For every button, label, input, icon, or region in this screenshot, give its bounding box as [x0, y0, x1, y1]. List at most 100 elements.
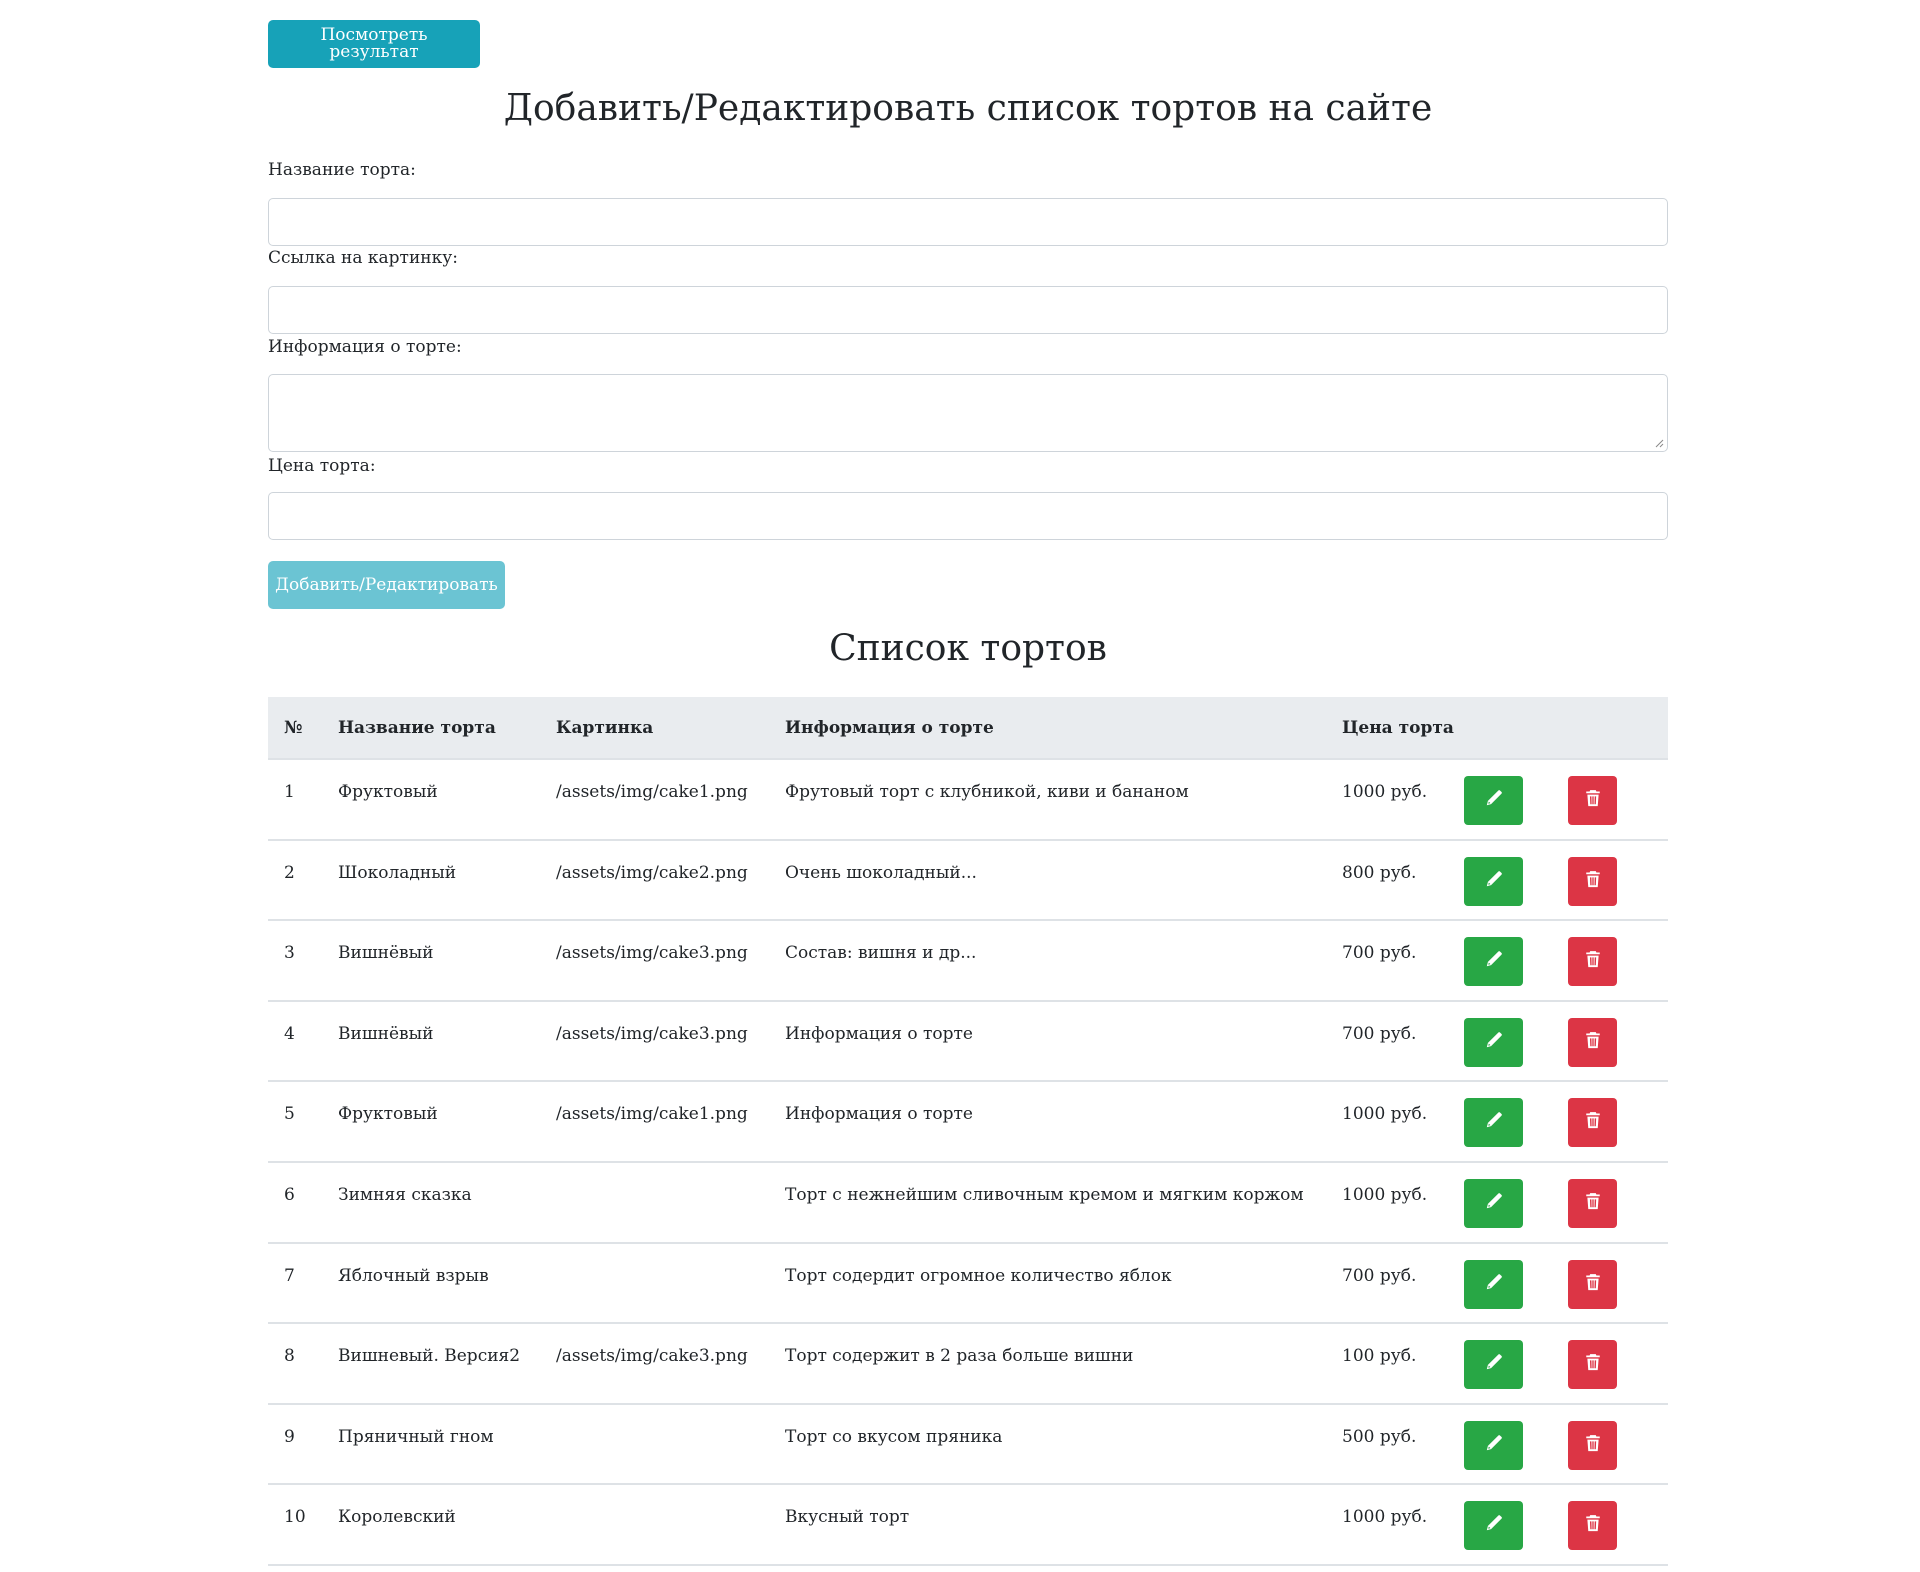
edit-button[interactable]	[1464, 776, 1523, 825]
row-edit-cell	[1464, 920, 1568, 1002]
cakes-table: № Название торта Картинка Информация о т…	[268, 697, 1668, 1566]
row-image-path	[540, 1403, 769, 1486]
row-cake-info: Состав: вишня и др...	[769, 920, 1326, 1002]
row-edit-cell	[1464, 1323, 1568, 1405]
row-edit-cell	[1464, 1081, 1568, 1163]
edit-button[interactable]	[1464, 1420, 1523, 1470]
edit-button[interactable]	[1464, 1501, 1523, 1551]
row-number: 10	[268, 1484, 322, 1566]
delete-button[interactable]	[1568, 1420, 1617, 1470]
trash-icon	[1585, 1031, 1601, 1054]
delete-button[interactable]	[1568, 937, 1617, 987]
edit-button[interactable]	[1464, 856, 1523, 906]
row-cake-name: Фруктовый	[322, 759, 540, 841]
row-cake-name: Вишневый. Версия2	[322, 1323, 540, 1405]
edit-button[interactable]	[1464, 1340, 1523, 1390]
row-price: 1000 руб.	[1326, 1081, 1464, 1163]
trash-icon	[1585, 1434, 1601, 1457]
cake-price-input[interactable]	[268, 492, 1668, 540]
resize-grip-icon[interactable]	[1654, 438, 1664, 448]
row-image-path: /assets/img/cake1.png	[540, 1081, 769, 1163]
cake-info-textarea[interactable]	[268, 374, 1668, 452]
row-delete-cell	[1568, 1323, 1668, 1405]
row-image-path	[540, 1242, 769, 1325]
row-cake-name: Шоколадный	[322, 839, 540, 922]
add-edit-button[interactable]: Добавить/Редактировать	[268, 561, 505, 609]
table-row: 4 Вишнёвый/assets/img/cake3.png Информация…	[268, 1000, 1668, 1083]
row-edit-cell	[1464, 1242, 1568, 1325]
view-result-button[interactable]: Посмотреть результат	[268, 20, 480, 68]
row-edit-cell	[1464, 759, 1568, 841]
delete-button[interactable]	[1568, 1259, 1617, 1309]
row-delete-cell	[1568, 839, 1668, 922]
row-cake-info: Торт со вкусом пряника	[769, 1403, 1326, 1486]
cake-info-label: Информация о торте:	[268, 337, 462, 357]
column-header-name: Название торта	[322, 697, 540, 760]
row-cake-info: Информация о торте	[769, 1081, 1326, 1163]
cake-name-input[interactable]	[268, 198, 1668, 246]
edit-button[interactable]	[1464, 1259, 1523, 1309]
row-number: 2	[268, 839, 322, 922]
row-cake-name: Пряничный гном	[322, 1403, 540, 1486]
row-cake-name: Зимняя сказка	[322, 1161, 540, 1244]
row-image-path: /assets/img/cake3.png	[540, 1323, 769, 1405]
delete-button[interactable]	[1568, 1017, 1617, 1067]
cake-list-title: Список тортов	[829, 628, 1107, 669]
row-price: 1000 руб.	[1326, 1484, 1464, 1566]
trash-icon	[1585, 789, 1601, 812]
row-image-path: /assets/img/cake1.png	[540, 759, 769, 841]
delete-button[interactable]	[1568, 776, 1617, 825]
row-cake-info: Фрутовый торт с клубникой, киви и банано…	[769, 759, 1326, 841]
row-edit-cell	[1464, 1000, 1568, 1083]
row-price: 1000 руб.	[1326, 759, 1464, 841]
row-price: 700 руб.	[1326, 1242, 1464, 1325]
column-header-delete	[1568, 697, 1668, 760]
edit-button[interactable]	[1464, 1098, 1523, 1148]
column-header-image: Картинка	[540, 697, 769, 760]
row-edit-cell	[1464, 1161, 1568, 1244]
row-number: 4	[268, 1000, 322, 1083]
row-image-path	[540, 1484, 769, 1566]
row-price: 700 руб.	[1326, 920, 1464, 1002]
delete-button[interactable]	[1568, 1501, 1617, 1551]
trash-icon	[1585, 1273, 1601, 1296]
delete-button[interactable]	[1568, 1340, 1617, 1390]
form-title: Добавить/Редактировать список тортов на …	[503, 88, 1433, 129]
row-cake-info: Торт с нежнейшим сливочным кремом и мягк…	[769, 1161, 1326, 1244]
row-cake-info: Торт содердит огромное количество яблок	[769, 1242, 1326, 1325]
row-number: 9	[268, 1403, 322, 1486]
column-header-info: Информация о торте	[769, 697, 1326, 760]
pencil-icon	[1485, 1353, 1503, 1376]
row-cake-info: Вкусный торт	[769, 1484, 1326, 1566]
table-row: 1 Фруктовый/assets/img/cake1.png Фрутовый …	[268, 759, 1668, 841]
row-number: 5	[268, 1081, 322, 1163]
delete-button[interactable]	[1568, 1178, 1617, 1228]
table-row: 9 Пряничный гном Торт со вкусом пряника 500…	[268, 1403, 1668, 1486]
edit-button[interactable]	[1464, 1178, 1523, 1228]
row-price: 100 руб.	[1326, 1323, 1464, 1405]
trash-icon	[1585, 1111, 1601, 1134]
row-delete-cell	[1568, 759, 1668, 841]
delete-button[interactable]	[1568, 1098, 1617, 1148]
edit-button[interactable]	[1464, 1017, 1523, 1067]
trash-icon	[1585, 950, 1601, 973]
image-link-input[interactable]	[268, 286, 1668, 334]
table-header-row: № Название торта Картинка Информация о т…	[268, 697, 1668, 760]
row-delete-cell	[1568, 1403, 1668, 1486]
row-delete-cell	[1568, 1081, 1668, 1163]
cake-name-label: Название торта:	[268, 160, 416, 180]
row-image-path	[540, 1161, 769, 1244]
row-image-path: /assets/img/cake3.png	[540, 1000, 769, 1083]
trash-icon	[1585, 1353, 1601, 1376]
row-image-path: /assets/img/cake3.png	[540, 920, 769, 1002]
edit-button[interactable]	[1464, 937, 1523, 987]
table-row: 7 Яблочный взрыв Торт содердит огромное ко…	[268, 1242, 1668, 1325]
row-cake-info: Информация о торте	[769, 1000, 1326, 1083]
image-link-label: Ссылка на картинку:	[268, 248, 458, 268]
row-delete-cell	[1568, 1000, 1668, 1083]
row-delete-cell	[1568, 920, 1668, 1002]
row-edit-cell	[1464, 839, 1568, 922]
delete-button[interactable]	[1568, 856, 1617, 906]
cake-price-label: Цена торта:	[268, 456, 376, 476]
table-row: 5 Фруктовый/assets/img/cake1.png Информаци…	[268, 1081, 1668, 1163]
